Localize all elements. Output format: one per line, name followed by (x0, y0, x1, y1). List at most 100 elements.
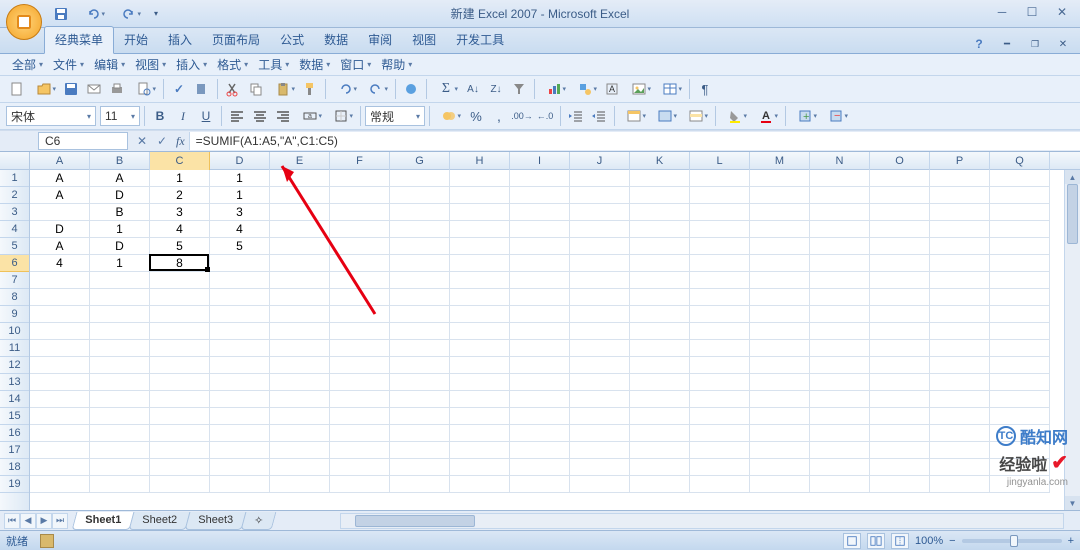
show-hide-icon[interactable]: ¶ (694, 78, 716, 100)
row-header[interactable]: 17 (0, 442, 29, 459)
cell[interactable] (930, 255, 990, 272)
cell[interactable] (450, 442, 510, 459)
cell[interactable]: 1 (150, 170, 210, 187)
cell[interactable]: 5 (210, 238, 270, 255)
cell[interactable] (330, 408, 390, 425)
cell[interactable] (930, 187, 990, 204)
sheet-tab[interactable]: Sheet3 (185, 512, 247, 530)
cell[interactable] (630, 391, 690, 408)
cell[interactable] (90, 323, 150, 340)
print-icon[interactable] (106, 78, 128, 100)
cell[interactable] (930, 204, 990, 221)
cell[interactable] (570, 221, 630, 238)
cell[interactable] (30, 357, 90, 374)
cell[interactable] (90, 374, 150, 391)
menu-file[interactable]: 文件 (49, 54, 88, 75)
cell[interactable] (270, 340, 330, 357)
cell[interactable] (330, 391, 390, 408)
minimize-ribbon-icon[interactable]: ━ (996, 33, 1018, 55)
cell[interactable] (510, 255, 570, 272)
cell[interactable] (270, 204, 330, 221)
align-right-icon[interactable] (272, 105, 294, 127)
column-header[interactable]: Q (990, 152, 1050, 170)
cell[interactable]: 4 (30, 255, 90, 272)
cell[interactable] (930, 442, 990, 459)
cell[interactable] (210, 289, 270, 306)
cell[interactable] (150, 323, 210, 340)
cell[interactable]: A (90, 170, 150, 187)
cell[interactable] (870, 408, 930, 425)
column-header[interactable]: H (450, 152, 510, 170)
cell[interactable]: 1 (90, 221, 150, 238)
cell[interactable] (870, 357, 930, 374)
cell[interactable] (390, 255, 450, 272)
comma-icon[interactable]: , (488, 105, 510, 127)
cell[interactable] (810, 408, 870, 425)
column-header[interactable]: A (30, 152, 90, 170)
cell[interactable] (930, 357, 990, 374)
cell[interactable] (30, 476, 90, 493)
cell[interactable] (150, 357, 210, 374)
cell[interactable] (90, 425, 150, 442)
cell[interactable] (90, 408, 150, 425)
cell[interactable] (870, 391, 930, 408)
cell[interactable] (330, 357, 390, 374)
format-painter-icon[interactable] (299, 78, 321, 100)
cell[interactable] (630, 272, 690, 289)
bold-button[interactable]: B (149, 105, 171, 127)
cell[interactable] (510, 340, 570, 357)
maximize-button[interactable]: ☐ (1018, 2, 1046, 22)
cell[interactable] (450, 272, 510, 289)
cell[interactable] (930, 476, 990, 493)
cell[interactable] (930, 374, 990, 391)
cell[interactable] (630, 357, 690, 374)
cell[interactable] (990, 357, 1050, 374)
cell[interactable] (870, 289, 930, 306)
filter-icon[interactable] (508, 78, 530, 100)
tab-nav-first-icon[interactable]: ⏮ (4, 513, 20, 529)
cell[interactable] (390, 306, 450, 323)
cell[interactable] (690, 255, 750, 272)
cell[interactable] (330, 442, 390, 459)
cell[interactable] (390, 476, 450, 493)
cell[interactable] (510, 459, 570, 476)
ribbon-tab-insert[interactable]: 插入 (158, 27, 202, 53)
cell[interactable] (690, 238, 750, 255)
cell[interactable] (330, 425, 390, 442)
normal-view-icon[interactable] (843, 533, 861, 549)
cell[interactable]: 4 (150, 221, 210, 238)
ribbon-tab-layout[interactable]: 页面布局 (202, 27, 270, 53)
row-header[interactable]: 11 (0, 340, 29, 357)
cell[interactable] (270, 221, 330, 238)
cell[interactable] (390, 374, 450, 391)
cell[interactable] (750, 272, 810, 289)
cell[interactable] (930, 323, 990, 340)
menu-view[interactable]: 视图 (131, 54, 170, 75)
cell[interactable] (570, 204, 630, 221)
row-header[interactable]: 14 (0, 391, 29, 408)
cell[interactable] (570, 425, 630, 442)
cell[interactable] (510, 374, 570, 391)
vscroll-thumb[interactable] (1067, 184, 1078, 244)
cell[interactable] (210, 272, 270, 289)
cell[interactable] (270, 272, 330, 289)
cell[interactable] (870, 238, 930, 255)
cell[interactable] (870, 221, 930, 238)
cell[interactable]: 1 (210, 170, 270, 187)
copy-icon[interactable] (245, 78, 267, 100)
cell[interactable] (930, 170, 990, 187)
column-header[interactable]: M (750, 152, 810, 170)
cell[interactable] (870, 323, 930, 340)
cell[interactable] (510, 357, 570, 374)
cell[interactable] (990, 170, 1050, 187)
cell[interactable] (750, 425, 810, 442)
redo-icon[interactable] (114, 3, 144, 25)
cell[interactable] (150, 408, 210, 425)
cell[interactable] (450, 357, 510, 374)
cell[interactable] (570, 272, 630, 289)
row-header[interactable]: 2 (0, 187, 29, 204)
cell[interactable] (270, 255, 330, 272)
cell[interactable]: D (90, 187, 150, 204)
cell[interactable] (810, 374, 870, 391)
cell[interactable] (990, 204, 1050, 221)
